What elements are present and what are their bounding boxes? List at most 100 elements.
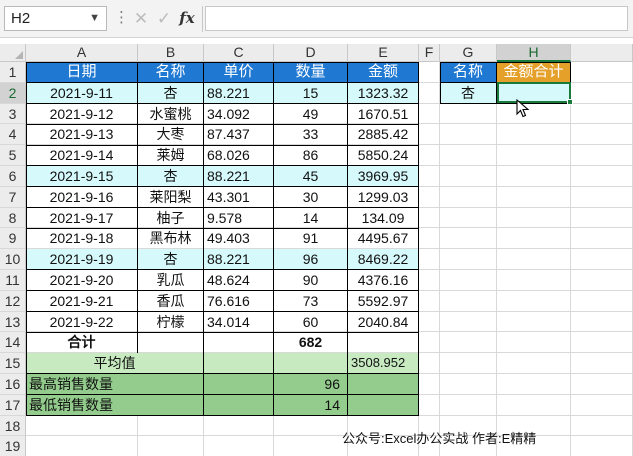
cell-amount[interactable]: 5592.97 xyxy=(348,290,419,313)
grid-cell[interactable] xyxy=(440,228,497,250)
grid-cell[interactable] xyxy=(571,145,633,166)
row-header-14[interactable]: 14 xyxy=(0,332,26,354)
grid-cell[interactable] xyxy=(571,290,633,312)
column-header-a[interactable]: A xyxy=(26,44,138,62)
grid-cell[interactable] xyxy=(419,290,440,312)
row-header-3[interactable]: 3 xyxy=(0,103,26,125)
grid-cell[interactable] xyxy=(497,270,571,291)
min-empty-c[interactable] xyxy=(204,394,274,417)
grid-cell[interactable] xyxy=(419,228,440,250)
row-header-6[interactable]: 6 xyxy=(0,166,26,187)
cell-date[interactable]: 2021-9-12 xyxy=(26,103,138,125)
grid-cell[interactable] xyxy=(138,415,204,437)
cell-price[interactable]: 88.221 xyxy=(204,166,274,188)
column-header-d[interactable]: D xyxy=(274,44,348,62)
cell-price[interactable]: 88.221 xyxy=(204,249,274,271)
row-header-12[interactable]: 12 xyxy=(0,290,26,312)
average-empty-c[interactable] xyxy=(204,353,274,375)
cell-name[interactable]: 柠檬 xyxy=(138,311,204,333)
cell-qty[interactable]: 90 xyxy=(274,270,348,292)
header-name[interactable]: 名称 xyxy=(138,62,204,84)
grid-cell[interactable] xyxy=(274,415,348,437)
lookup-header-sum[interactable]: 金额合计 xyxy=(497,62,571,84)
grid-cell[interactable] xyxy=(571,311,633,333)
row-header-17[interactable]: 17 xyxy=(0,394,26,416)
cell-name[interactable]: 黑布林 xyxy=(138,228,204,250)
grid-cell[interactable] xyxy=(497,249,571,270)
cell-amount[interactable]: 134.09 xyxy=(348,207,419,229)
grid-cell[interactable] xyxy=(419,270,440,291)
cell-name[interactable]: 杏 xyxy=(138,166,204,188)
grid-cell[interactable] xyxy=(419,82,440,104)
total-qty[interactable]: 682 xyxy=(274,332,348,354)
grid-cell[interactable] xyxy=(571,124,633,146)
cell-price[interactable]: 49.403 xyxy=(204,228,274,250)
grid-cell[interactable] xyxy=(26,436,138,456)
grid-cell[interactable] xyxy=(440,353,497,374)
cell-qty[interactable]: 30 xyxy=(274,186,348,209)
grid-cell[interactable] xyxy=(497,311,571,333)
grid-cell[interactable] xyxy=(497,332,571,354)
row-header-10[interactable]: 10 xyxy=(0,249,26,270)
cell-amount[interactable]: 5850.24 xyxy=(348,145,419,167)
cell-date[interactable]: 2021-9-15 xyxy=(26,166,138,188)
select-all-corner[interactable] xyxy=(0,44,26,62)
row-header-18[interactable]: 18 xyxy=(0,415,26,437)
row-header-4[interactable]: 4 xyxy=(0,124,26,146)
cell-date[interactable]: 2021-9-13 xyxy=(26,124,138,146)
cell-name[interactable]: 莱阳梨 xyxy=(138,186,204,209)
grid-cell[interactable] xyxy=(571,207,633,229)
cell-price[interactable]: 76.616 xyxy=(204,290,274,313)
cell-qty[interactable]: 60 xyxy=(274,311,348,333)
grid-cell[interactable] xyxy=(497,124,571,146)
grid-cell[interactable] xyxy=(571,436,633,456)
grid-cell[interactable] xyxy=(571,332,633,354)
cell-qty[interactable]: 49 xyxy=(274,103,348,125)
cell-name[interactable]: 杏 xyxy=(138,82,204,105)
min-empty-e[interactable] xyxy=(348,394,419,417)
header-date[interactable]: 日期 xyxy=(26,62,138,84)
grid-cell[interactable] xyxy=(571,415,633,437)
cell-qty[interactable]: 33 xyxy=(274,124,348,146)
column-header-f[interactable]: F xyxy=(419,44,440,62)
grid-cell[interactable] xyxy=(571,82,633,104)
cell-qty[interactable]: 86 xyxy=(274,145,348,167)
cell-date[interactable]: 2021-9-18 xyxy=(26,228,138,250)
header-price[interactable]: 单价 xyxy=(204,62,274,84)
insert-function-icon[interactable]: fx xyxy=(176,6,198,31)
row-header-16[interactable]: 16 xyxy=(0,374,26,395)
cell-amount[interactable]: 8469.22 xyxy=(348,249,419,271)
cell-qty[interactable]: 14 xyxy=(274,207,348,229)
total-empty-e[interactable] xyxy=(348,332,419,354)
grid-cell[interactable] xyxy=(440,394,497,416)
max-empty-e[interactable] xyxy=(348,374,419,396)
grid-cell[interactable] xyxy=(204,415,274,437)
grid-cell[interactable] xyxy=(138,436,204,456)
grid-cell[interactable] xyxy=(497,353,571,374)
grid-cell[interactable] xyxy=(440,124,497,146)
cell-name[interactable]: 水蜜桃 xyxy=(138,103,204,125)
grid-cell[interactable] xyxy=(440,103,497,125)
grid-cell[interactable] xyxy=(440,186,497,208)
grid-cell[interactable] xyxy=(497,145,571,166)
cell-price[interactable]: 68.026 xyxy=(204,145,274,167)
row-header-1[interactable]: 1 xyxy=(0,62,26,83)
grid-cell[interactable] xyxy=(497,374,571,395)
grid-cell[interactable] xyxy=(571,270,633,291)
cell-name[interactable]: 柚子 xyxy=(138,207,204,229)
grid-cell[interactable] xyxy=(440,145,497,166)
grid-cell[interactable] xyxy=(440,374,497,395)
row-header-19[interactable]: 19 xyxy=(0,436,26,456)
cell-date[interactable]: 2021-9-19 xyxy=(26,249,138,271)
grid-cell[interactable] xyxy=(419,62,440,83)
lookup-sum-value[interactable] xyxy=(497,82,571,105)
grid-cell[interactable] xyxy=(440,166,497,187)
cell-name[interactable]: 乳瓜 xyxy=(138,270,204,292)
cell-date[interactable]: 2021-9-21 xyxy=(26,290,138,313)
cell-date[interactable]: 2021-9-22 xyxy=(26,311,138,333)
cell-amount[interactable]: 1670.51 xyxy=(348,103,419,125)
row-header-2[interactable]: 2 xyxy=(0,82,26,104)
grid-cell[interactable] xyxy=(419,103,440,125)
grid-cell[interactable] xyxy=(419,186,440,208)
grid-cell[interactable] xyxy=(419,394,440,416)
